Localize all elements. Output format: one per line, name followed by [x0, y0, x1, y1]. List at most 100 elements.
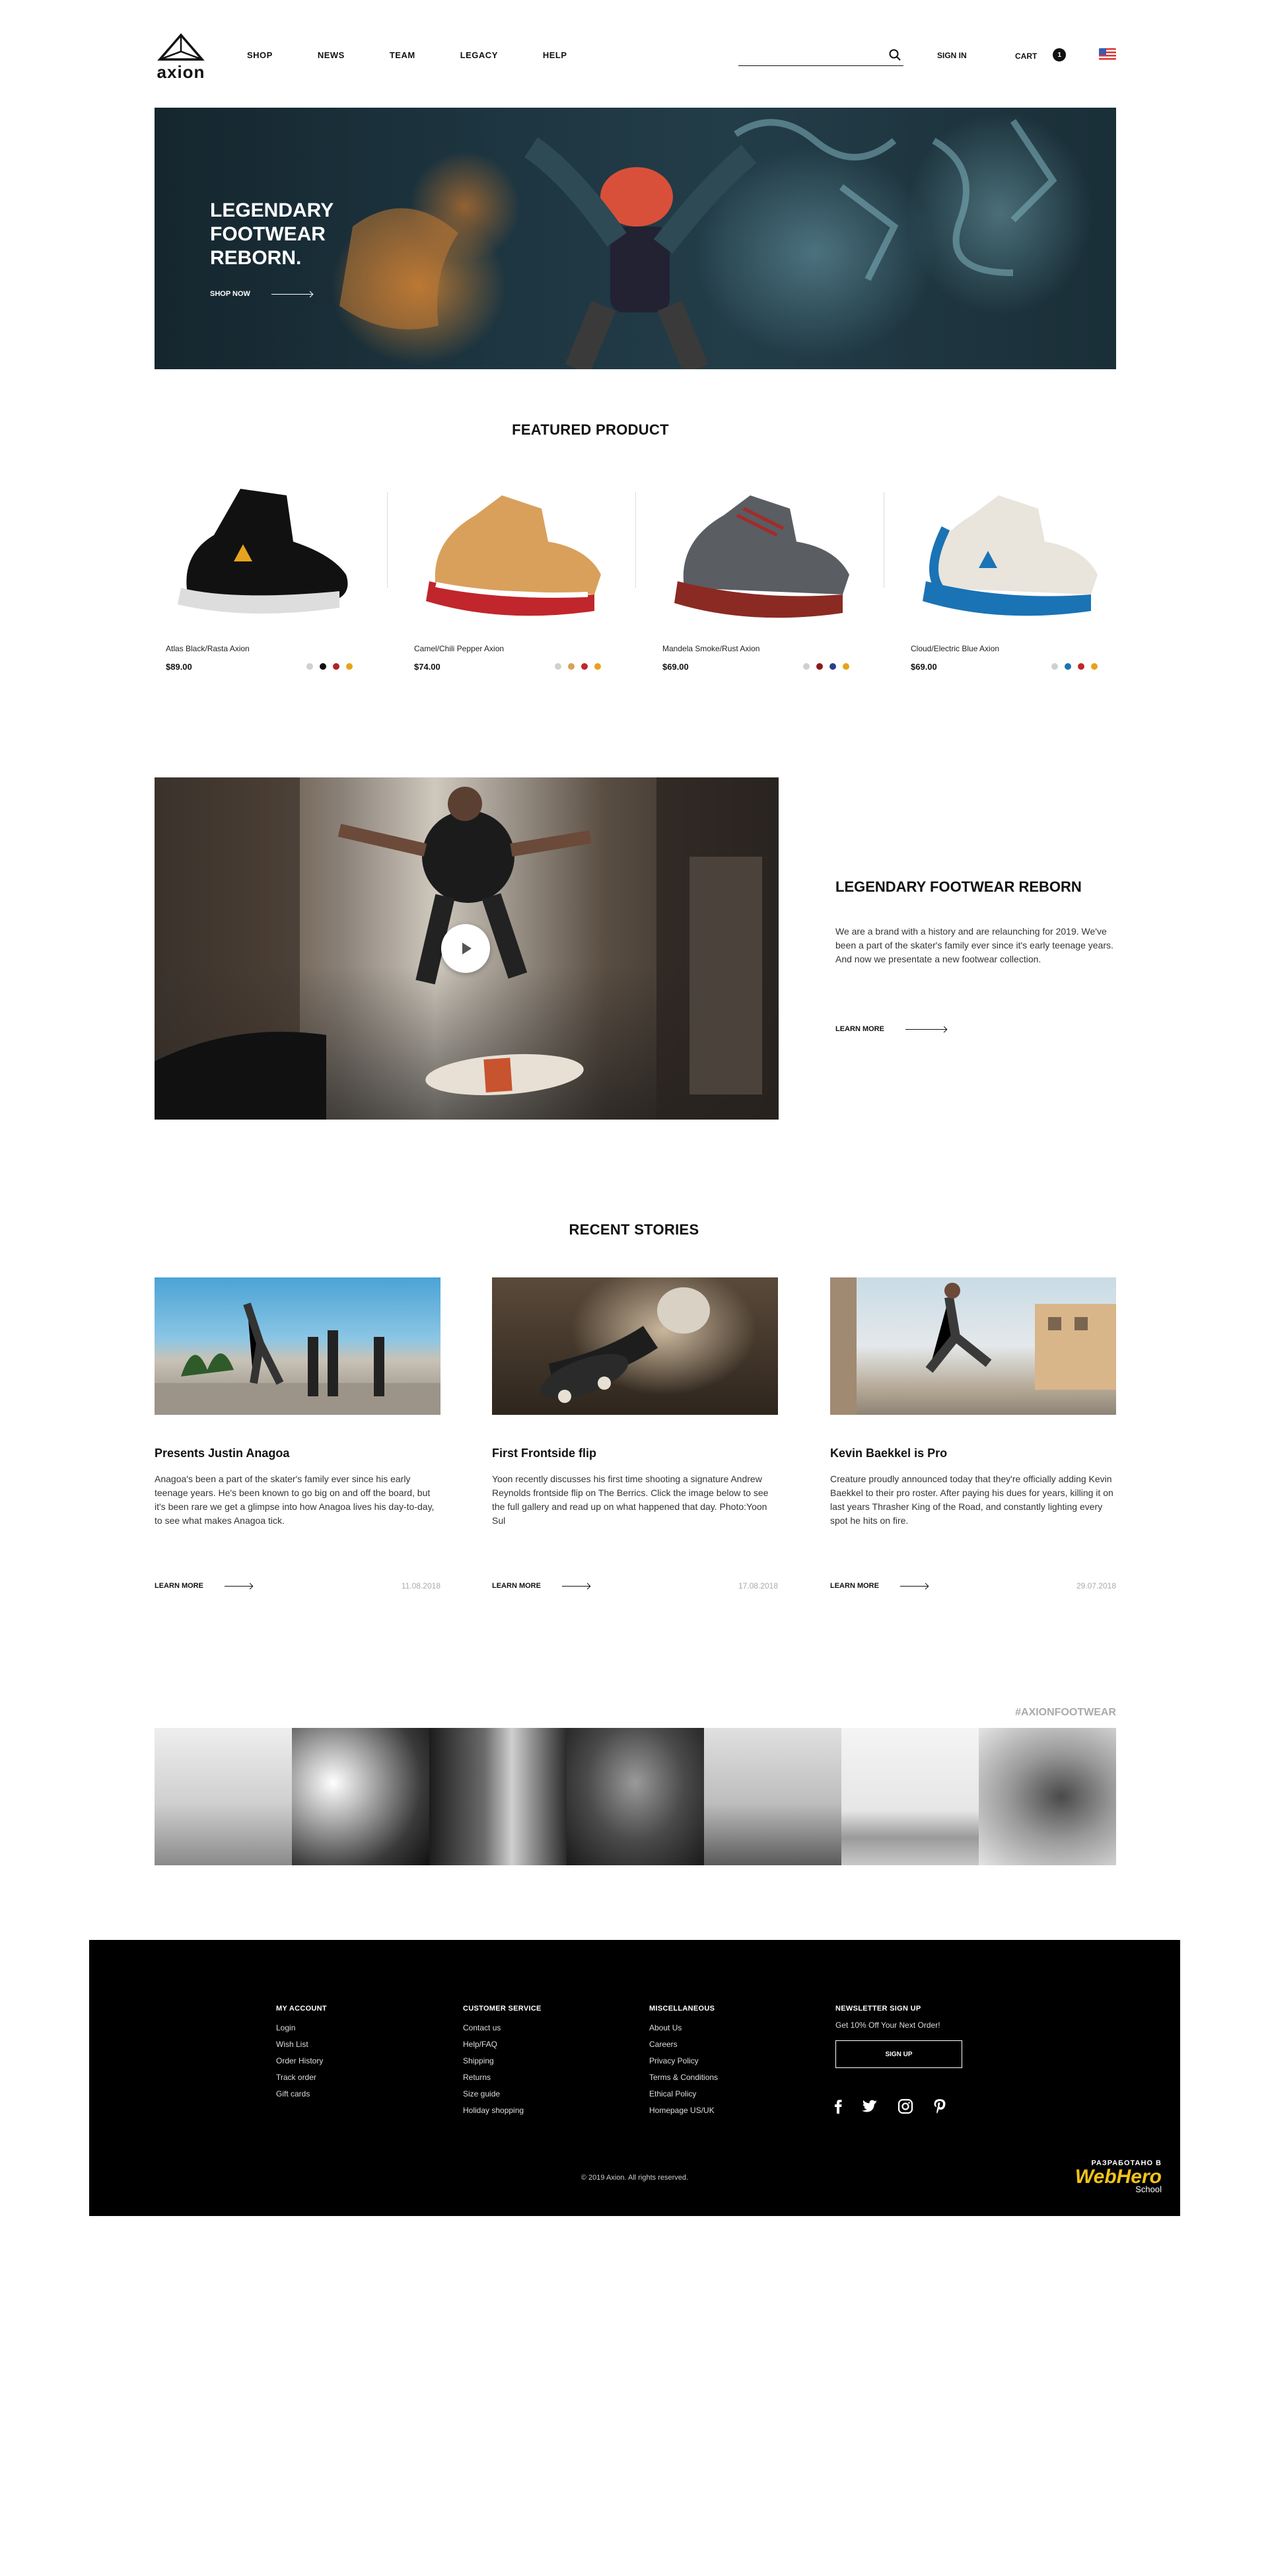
color-swatch[interactable]: [594, 663, 601, 670]
instagram-photo[interactable]: [292, 1728, 429, 1865]
story-date: 11.08.2018: [401, 1581, 440, 1591]
color-swatch[interactable]: [568, 663, 575, 670]
learn-more-link[interactable]: LEARN MORE: [155, 1582, 252, 1590]
hero-banner: LEGENDARY FOOTWEAR REBORN. SHOP NOW: [155, 108, 1116, 369]
instagram-photo[interactable]: [979, 1728, 1116, 1865]
color-swatch[interactable]: [1078, 663, 1084, 670]
play-button[interactable]: [441, 924, 490, 973]
color-swatches: [306, 663, 353, 670]
instagram-hashtag[interactable]: #AXIONFOOTWEAR: [1010, 1707, 1116, 1719]
nav-news[interactable]: NEWS: [318, 50, 345, 60]
shop-now-link[interactable]: SHOP NOW: [210, 290, 312, 298]
product-card[interactable]: Mandela Smoke/Rust Axion $69.00: [651, 462, 876, 680]
social-links: [834, 2098, 946, 2118]
color-swatch[interactable]: [346, 663, 353, 670]
footer-link[interactable]: Privacy Policy: [649, 2056, 718, 2065]
story-image[interactable]: [155, 1277, 440, 1415]
twitter-icon[interactable]: [862, 2100, 878, 2116]
footer-link[interactable]: Size guide: [463, 2089, 542, 2098]
webhero-credit[interactable]: РАЗРАБОТАНО В WebHero School: [1075, 2159, 1162, 2194]
learn-more-link[interactable]: LEARN MORE: [835, 1025, 946, 1033]
nav-help[interactable]: HELP: [543, 50, 567, 60]
color-swatch[interactable]: [581, 663, 588, 670]
arrow-right-icon: [271, 293, 312, 295]
footer-link[interactable]: Shipping: [463, 2056, 542, 2065]
newsletter-text: Get 10% Off Your Next Order!: [835, 2021, 940, 2030]
sign-in-link[interactable]: SIGN IN: [937, 51, 967, 60]
instagram-photo[interactable]: [429, 1728, 567, 1865]
footer-link[interactable]: Wish List: [276, 2040, 327, 2049]
footer-link[interactable]: Ethical Policy: [649, 2089, 718, 2098]
instagram-gallery: [155, 1728, 1116, 1865]
search-bar: [738, 45, 903, 66]
footer-link[interactable]: Homepage US/UK: [649, 2106, 718, 2115]
story-image[interactable]: [830, 1277, 1116, 1415]
color-swatch[interactable]: [803, 663, 810, 670]
footer-link[interactable]: Holiday shopping: [463, 2106, 542, 2115]
search-icon[interactable]: [889, 49, 901, 64]
footer-link[interactable]: Returns: [463, 2073, 542, 2082]
story-text: Yoon recently discusses his first time s…: [492, 1474, 769, 1526]
cart-label: CART: [1015, 52, 1038, 61]
learn-more-label: LEARN MORE: [830, 1582, 879, 1590]
color-swatch[interactable]: [320, 663, 326, 670]
color-swatch[interactable]: [1091, 663, 1098, 670]
divider: [387, 492, 388, 588]
story-date: 17.08.2018: [738, 1581, 778, 1591]
story-photo: [540, 1287, 710, 1403]
axion-logo[interactable]: axion: [155, 33, 207, 82]
product-card[interactable]: Camel/Chili Pepper Axion $74.00: [403, 462, 627, 680]
color-swatch[interactable]: [829, 663, 836, 670]
color-swatch[interactable]: [306, 663, 313, 670]
search-input[interactable]: [738, 45, 877, 65]
product-grid: Atlas Black/Rasta Axion $89.00 Camel/Chi…: [155, 462, 1116, 680]
learn-more-link[interactable]: LEARN MORE: [830, 1582, 928, 1590]
learn-more-label: LEARN MORE: [155, 1582, 203, 1590]
footer-link[interactable]: Gift cards: [276, 2089, 327, 2098]
cart-link[interactable]: CART 1: [1015, 48, 1067, 61]
product-card[interactable]: Atlas Black/Rasta Axion $89.00: [155, 462, 379, 680]
instagram-photo[interactable]: [155, 1728, 292, 1865]
footer-link[interactable]: Track order: [276, 2073, 327, 2082]
footer-link[interactable]: Help/FAQ: [463, 2040, 542, 2049]
footer-link[interactable]: Contact us: [463, 2023, 542, 2032]
logo-mark-icon: [157, 33, 205, 61]
divider: [635, 492, 636, 588]
pinterest-icon[interactable]: [933, 2098, 946, 2118]
nav-shop[interactable]: SHOP: [247, 50, 273, 60]
color-swatch[interactable]: [816, 663, 823, 670]
color-swatch[interactable]: [333, 663, 339, 670]
nav-legacy[interactable]: LEGACY: [460, 50, 498, 60]
about-text: We are a brand with a history and are re…: [835, 926, 1113, 964]
story-photo: [155, 1303, 440, 1415]
main-nav: SHOP NEWS TEAM LEGACY HELP: [247, 50, 612, 60]
nav-team[interactable]: TEAM: [390, 50, 415, 60]
arrow-right-icon: [899, 1585, 928, 1587]
footer-column-service: CUSTOMER SERVICE Contact us Help/FAQ Shi…: [463, 2005, 542, 2122]
color-swatch[interactable]: [1065, 663, 1071, 670]
color-swatch[interactable]: [1051, 663, 1058, 670]
facebook-icon[interactable]: [834, 2099, 842, 2117]
product-image: [178, 489, 348, 614]
story-image[interactable]: [492, 1277, 778, 1415]
footer-link[interactable]: Terms & Conditions: [649, 2073, 718, 2082]
instagram-icon[interactable]: [898, 2098, 913, 2118]
footer-link[interactable]: About Us: [649, 2023, 718, 2032]
instagram-photo[interactable]: [841, 1728, 979, 1865]
story-text: Creature proudly announced today that th…: [830, 1474, 1113, 1526]
story-card: Presents Justin Anagoa Anagoa's been a p…: [155, 1277, 440, 1591]
footer-link[interactable]: Careers: [649, 2040, 718, 2049]
footer-link[interactable]: Order History: [276, 2056, 327, 2065]
footer-link[interactable]: Login: [276, 2023, 327, 2032]
instagram-photo[interactable]: [567, 1728, 704, 1865]
instagram-photo[interactable]: [704, 1728, 841, 1865]
brand-video[interactable]: [155, 777, 779, 1120]
us-flag-icon[interactable]: [1099, 48, 1116, 60]
logo-text: axion: [157, 62, 205, 82]
product-card[interactable]: Cloud/Electric Blue Axion $69.00: [899, 462, 1124, 680]
sign-up-button[interactable]: SIGN UP: [835, 2040, 962, 2068]
color-swatch[interactable]: [555, 663, 561, 670]
color-swatches: [555, 663, 601, 670]
learn-more-link[interactable]: LEARN MORE: [492, 1582, 590, 1590]
color-swatch[interactable]: [843, 663, 849, 670]
